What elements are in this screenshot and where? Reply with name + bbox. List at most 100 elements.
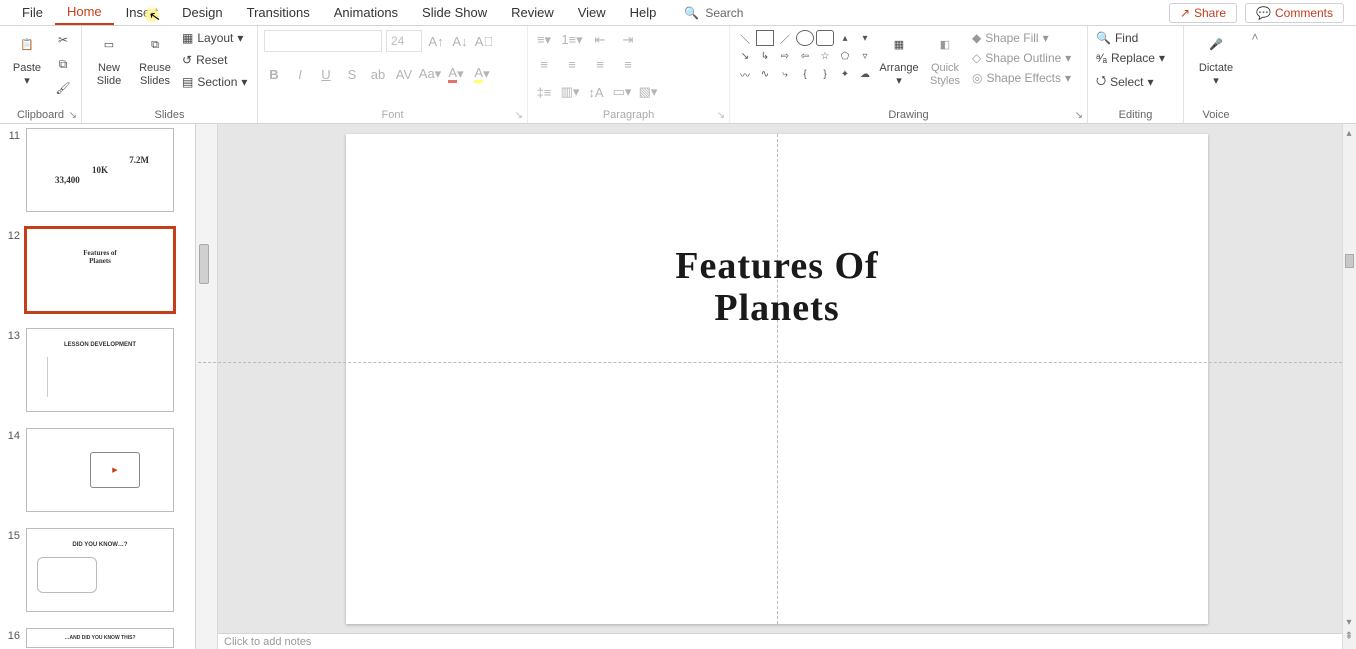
shape-connector[interactable]: ⤷ — [776, 66, 794, 82]
justify-button[interactable]: ≡ — [618, 54, 638, 74]
slide-thumbnail-16[interactable]: …AND DID YOU KNOW THIS? — [26, 628, 174, 648]
decrease-font-button[interactable]: A↓ — [450, 31, 470, 51]
tab-help[interactable]: Help — [618, 1, 669, 24]
clear-formatting-button[interactable]: A⃠ — [474, 31, 494, 51]
slide-thumbnail-13[interactable]: LESSON DEVELOPMENT — [26, 328, 174, 412]
slide-thumbnails-panel[interactable]: 11 7.2M 10K 33,400 12 Features of Planet… — [0, 124, 196, 649]
chevron-up-icon[interactable]: ▴ — [836, 30, 854, 46]
shape-rrect[interactable] — [816, 30, 834, 46]
format-painter-button[interactable]: 🖌 — [52, 78, 74, 98]
previous-slide-icon[interactable]: ⇞ — [1344, 631, 1354, 641]
shape-outline-button[interactable]: ◇Shape Outline▾ — [970, 50, 1073, 66]
splitter-handle[interactable] — [199, 244, 209, 284]
shape-free[interactable]: ∿ — [756, 66, 774, 82]
smartart-button[interactable]: ▧▾ — [638, 82, 658, 102]
section-button[interactable]: ▤Section▾ — [180, 74, 249, 90]
select-button[interactable]: ⭯Select▾ — [1094, 70, 1167, 93]
new-slide-button[interactable]: ▭ New Slide — [88, 30, 130, 88]
tab-animations[interactable]: Animations — [322, 1, 410, 24]
bold-button[interactable]: B — [264, 64, 284, 84]
chevron-down-icon[interactable]: ▾ — [856, 30, 874, 46]
underline-button[interactable]: U — [316, 64, 336, 84]
shape-b2[interactable]: } — [816, 66, 834, 82]
shape-oval[interactable] — [796, 30, 814, 46]
char-spacing-button[interactable]: AV — [394, 64, 414, 84]
slide-thumbnail-12[interactable]: Features of Planets — [26, 228, 174, 312]
scroll-down-icon[interactable]: ▾ — [1344, 617, 1354, 627]
columns-button[interactable]: ▥▾ — [560, 82, 580, 102]
tab-transitions[interactable]: Transitions — [235, 1, 322, 24]
dialog-launcher-icon[interactable]: ↘ — [69, 110, 77, 121]
vertical-scrollbar[interactable]: ▴ ▾ ⇞ — [1342, 124, 1356, 649]
tab-slideshow[interactable]: Slide Show — [410, 1, 499, 24]
highlight-button[interactable]: A▾ — [472, 64, 492, 84]
cut-button[interactable]: ✂ — [52, 30, 74, 50]
tell-me-search[interactable]: 🔍 Search — [684, 6, 743, 20]
dialog-launcher-icon[interactable]: ↘ — [515, 110, 523, 121]
replace-button[interactable]: ᵃ⁄ₐReplace▾ — [1094, 50, 1167, 66]
increase-font-button[interactable]: A↑ — [426, 31, 446, 51]
arrange-button[interactable]: ▦ Arrange▾ — [878, 30, 920, 88]
slide-thumbnail-14[interactable]: ▶ — [26, 428, 174, 512]
change-case-button[interactable]: Aa▾ — [420, 64, 440, 84]
scroll-up-icon[interactable]: ▴ — [1344, 128, 1354, 138]
shapes-gallery[interactable]: ＼ ／ ▴ ▾ ↘ ↳ ⇨ ⇦ ☆ ⬠ ▿ 〰 ∿ ⤷ { } ✦ ☁ — [736, 30, 874, 82]
current-slide[interactable]: Features of Planets — [346, 134, 1208, 624]
decrease-indent-button[interactable]: ⇤ — [590, 30, 610, 50]
font-size-combo[interactable]: 24 — [386, 30, 422, 52]
strikethrough-button[interactable]: S — [342, 64, 362, 84]
bullets-button[interactable]: ≡▾ — [534, 30, 554, 50]
tab-view[interactable]: View — [566, 1, 618, 24]
collapse-ribbon-icon[interactable]: ˄ — [1251, 30, 1258, 44]
share-button[interactable]: ↗ Share — [1169, 3, 1237, 23]
tab-insert[interactable]: Insert — [114, 1, 171, 24]
shape-star[interactable]: ✦ — [836, 66, 854, 82]
align-right-button[interactable]: ≡ — [590, 54, 610, 74]
line-spacing-button[interactable]: ‡≡ — [534, 82, 554, 102]
italic-button[interactable]: I — [290, 64, 310, 84]
shape-effects-button[interactable]: ◎Shape Effects▾ — [970, 70, 1073, 86]
slide-thumbnail-11[interactable]: 7.2M 10K 33,400 — [26, 128, 174, 212]
shape-arrow3[interactable]: ☆ — [816, 48, 834, 64]
shape-arrow4[interactable]: ⬠ — [836, 48, 854, 64]
shape-line2[interactable]: ／ — [776, 30, 794, 46]
font-color-button[interactable]: A▾ — [446, 64, 466, 84]
tab-review[interactable]: Review — [499, 1, 566, 24]
scroll-thumb[interactable] — [1345, 254, 1354, 268]
find-button[interactable]: 🔍Find — [1094, 30, 1167, 46]
numbering-button[interactable]: 1≡▾ — [562, 30, 582, 50]
shape-arrow2[interactable]: ⇦ — [796, 48, 814, 64]
align-left-button[interactable]: ≡ — [534, 54, 554, 74]
shape-arrow[interactable]: ↘ — [736, 48, 754, 64]
paste-button[interactable]: 📋 Paste ▾ — [6, 30, 48, 88]
dialog-launcher-icon[interactable]: ↘ — [717, 110, 725, 121]
reuse-slides-button[interactable]: ⧉ Reuse Slides — [134, 30, 176, 88]
tab-home[interactable]: Home — [55, 0, 114, 25]
gallery-more-icon[interactable]: ▿ — [856, 48, 874, 64]
shape-elbow[interactable]: ↳ — [756, 48, 774, 64]
shape-b1[interactable]: { — [796, 66, 814, 82]
dialog-launcher-icon[interactable]: ↘ — [1075, 110, 1083, 121]
tab-file[interactable]: File — [10, 1, 55, 24]
tab-design[interactable]: Design — [170, 1, 234, 24]
copy-button[interactable]: ⧉ — [52, 54, 74, 74]
shape-fill-button[interactable]: ◆Shape Fill▾ — [970, 30, 1073, 46]
shape-callout[interactable]: ☁ — [856, 66, 874, 82]
quick-styles-button[interactable]: ◧ Quick Styles — [924, 30, 966, 88]
shape-line[interactable]: ＼ — [736, 30, 754, 46]
text-direction-button[interactable]: ↕A — [586, 82, 606, 102]
layout-button[interactable]: ▦Layout▾ — [180, 30, 249, 46]
shape-rect[interactable] — [756, 30, 774, 46]
increase-indent-button[interactable]: ⇥ — [618, 30, 638, 50]
notes-placeholder[interactable]: Click to add notes — [218, 633, 1342, 649]
shadow-button[interactable]: ab — [368, 64, 388, 84]
align-center-button[interactable]: ≡ — [562, 54, 582, 74]
slide-title-text[interactable]: Features of Planets — [346, 246, 1208, 330]
align-text-button[interactable]: ▭▾ — [612, 82, 632, 102]
font-name-combo[interactable] — [264, 30, 382, 52]
dictate-button[interactable]: 🎤 Dictate▾ — [1195, 30, 1237, 88]
comments-button[interactable]: 💬 Comments — [1245, 3, 1344, 23]
slide-thumbnail-15[interactable]: DID YOU KNOW…? — [26, 528, 174, 612]
reset-button[interactable]: ↺Reset — [180, 52, 249, 68]
shape-curve[interactable]: 〰 — [736, 66, 754, 82]
